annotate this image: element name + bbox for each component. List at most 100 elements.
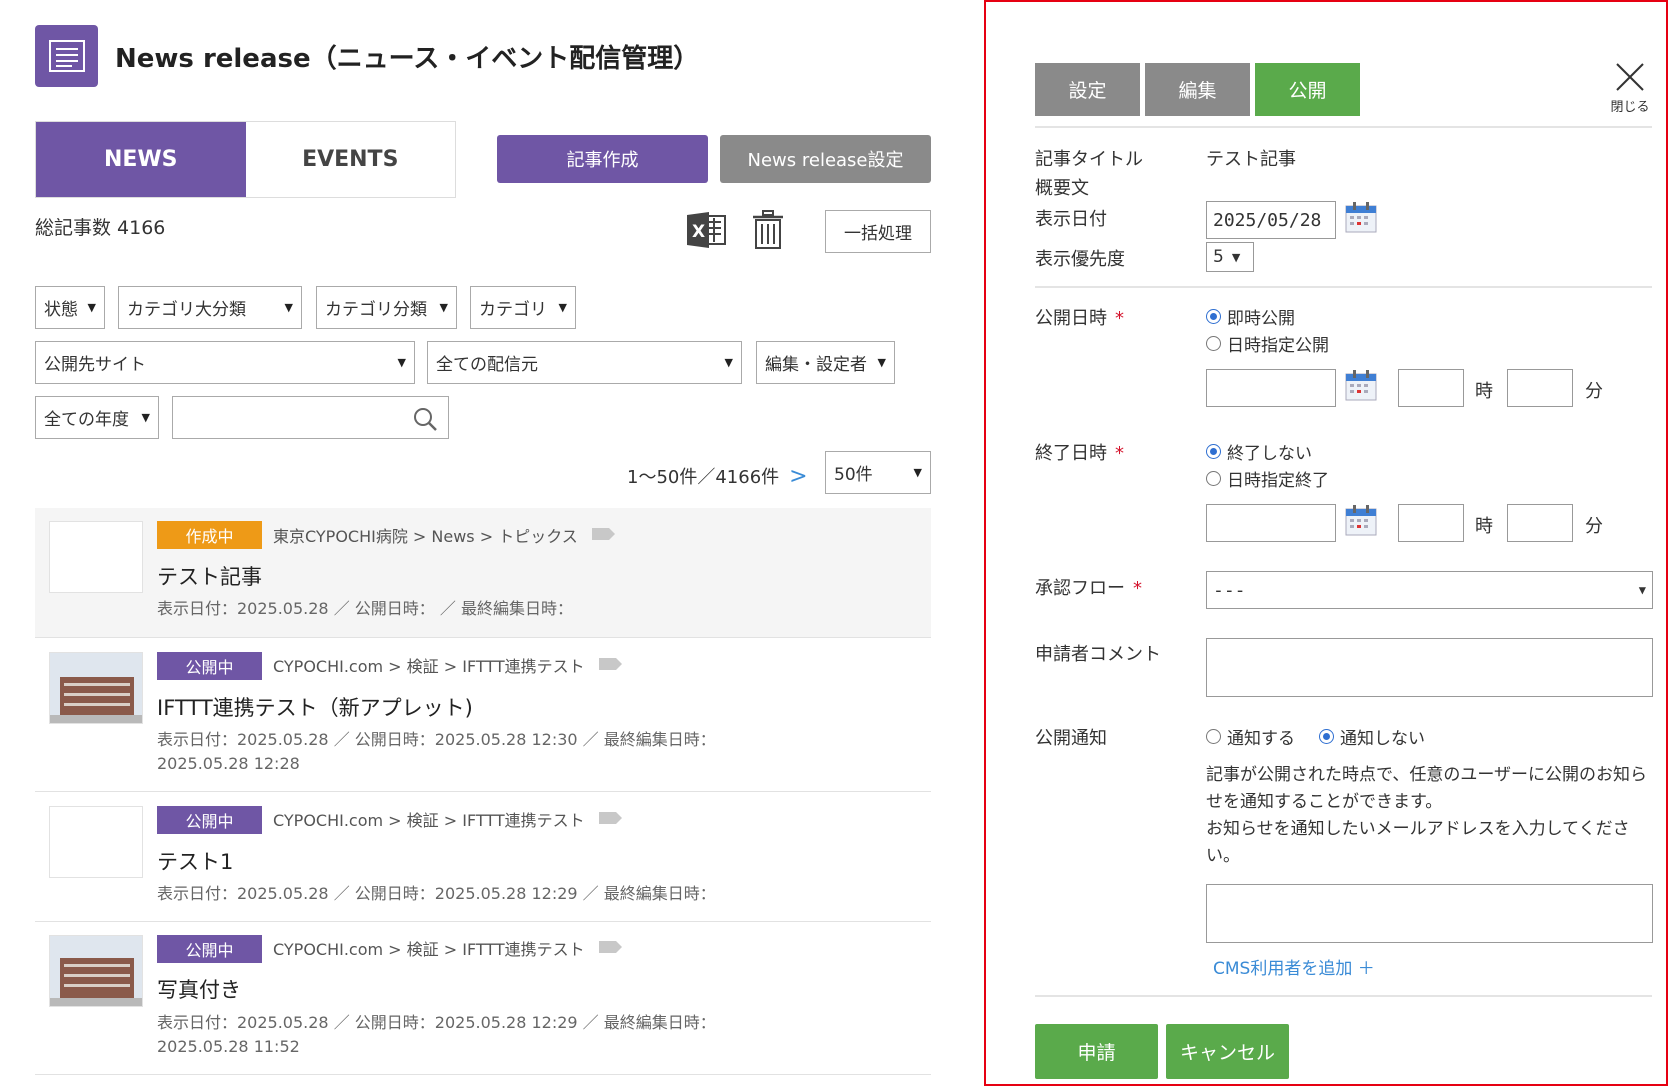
category-filter[interactable]: カテゴリ ▼ xyxy=(470,286,576,329)
add-cms-user-link[interactable]: CMS利用者を追加 ＋ xyxy=(1213,954,1375,979)
source-filter[interactable]: 全ての配信元 ▼ xyxy=(427,341,742,384)
calendar-icon[interactable] xyxy=(1345,201,1377,237)
bulk-action-button[interactable]: 一括処理 xyxy=(825,210,931,253)
create-article-button[interactable]: 記事作成 xyxy=(497,135,708,183)
search-icon[interactable] xyxy=(412,406,438,436)
hour-unit: 時 xyxy=(1475,381,1493,402)
approval-flow-value: --- xyxy=(1213,579,1246,601)
content-tabs: NEWS EVENTS xyxy=(35,121,456,198)
page-header: News release（ニュース・イベント配信管理） xyxy=(35,25,699,87)
calendar-icon[interactable] xyxy=(1345,369,1377,405)
news-release-settings-button[interactable]: News release設定 xyxy=(720,135,931,183)
article-title[interactable]: 写真付き xyxy=(157,974,241,1004)
calendar-icon[interactable] xyxy=(1345,504,1377,540)
notify-description-line1: 記事が公開された時点で、任意のユーザーに公開のお知らせを通知することができます。 xyxy=(1206,765,1647,812)
publish-minute-input[interactable] xyxy=(1507,369,1573,407)
article-breadcrumb: CYPOCHI.com > 検証 > IFTTT連携テスト xyxy=(273,807,623,831)
radio-unselected-icon xyxy=(1206,729,1221,744)
category-major-filter-label: カテゴリ大分類 xyxy=(127,300,246,320)
approval-flow-text: 承認フロー xyxy=(1035,578,1125,599)
breadcrumb-text: 東京CYPOCHI病院 > News > トピックス xyxy=(273,527,578,546)
article-breadcrumb: 東京CYPOCHI病院 > News > トピックス xyxy=(273,523,616,547)
source-filter-label: 全ての配信元 xyxy=(436,355,538,375)
list-item[interactable]: 公開中 CYPOCHI.com > 検証 > IFTTT連携テスト 写真付き 表… xyxy=(35,922,931,1075)
chevron-down-icon: ▼ xyxy=(724,356,733,369)
close-button[interactable]: 閉じる xyxy=(1608,62,1652,115)
end-datetime-text: 終了日時 xyxy=(1035,443,1107,464)
divider xyxy=(1035,126,1652,128)
tab-edit[interactable]: 編集 xyxy=(1145,63,1250,116)
tab-publish[interactable]: 公開 xyxy=(1255,63,1360,116)
priority-select[interactable]: 5 ▼ xyxy=(1206,242,1254,272)
tab-news[interactable]: NEWS xyxy=(36,122,246,197)
required-mark: * xyxy=(1133,578,1142,599)
publish-scheduled-radio[interactable]: 日時指定公開 xyxy=(1206,331,1329,356)
notify-email-textarea[interactable] xyxy=(1206,884,1653,943)
document-list-icon xyxy=(35,25,98,87)
article-title[interactable]: テスト記事 xyxy=(157,561,262,591)
site-filter[interactable]: 公開先サイト ▼ xyxy=(35,341,415,384)
year-filter-label: 全ての年度 xyxy=(44,410,129,430)
total-article-count: 総記事数 4166 xyxy=(35,217,166,239)
end-hour-input[interactable] xyxy=(1398,504,1464,542)
radio-unselected-icon xyxy=(1206,336,1221,351)
notify-yes-radio[interactable]: 通知する xyxy=(1206,724,1295,749)
publish-date-input[interactable] xyxy=(1206,369,1336,407)
year-filter[interactable]: 全ての年度 ▼ xyxy=(35,396,159,439)
end-never-radio[interactable]: 終了しない xyxy=(1206,439,1312,464)
publish-datetime-label: 公開日時 * xyxy=(1035,304,1124,330)
notify-yes-label: 通知する xyxy=(1227,729,1295,749)
chevron-down-icon: ▼ xyxy=(913,466,922,479)
article-breadcrumb: CYPOCHI.com > 検証 > IFTTT連携テスト xyxy=(273,653,623,677)
tag-icon[interactable] xyxy=(598,656,623,675)
minute-unit: 分 xyxy=(1585,516,1603,537)
list-item[interactable]: 公開中 CYPOCHI.com > 検証 > IFTTT連携テスト IFTTT連… xyxy=(35,638,931,792)
tab-settings[interactable]: 設定 xyxy=(1035,63,1140,116)
apply-button[interactable]: 申請 xyxy=(1035,1024,1158,1079)
approval-flow-label: 承認フロー * xyxy=(1035,574,1142,600)
tag-icon[interactable] xyxy=(598,810,623,829)
publish-immediate-radio[interactable]: 即時公開 xyxy=(1206,304,1295,329)
status-filter-label: 状態 xyxy=(44,300,78,320)
end-minute-input[interactable] xyxy=(1507,504,1573,542)
tag-icon[interactable] xyxy=(598,939,623,958)
priority-label: 表示優先度 xyxy=(1035,249,1125,270)
end-never-label: 終了しない xyxy=(1227,444,1312,464)
category-sub-filter[interactable]: カテゴリ分類 ▼ xyxy=(316,286,457,329)
next-page-link[interactable]: > xyxy=(789,464,807,489)
notify-no-radio[interactable]: 通知しない xyxy=(1319,724,1425,749)
per-page-select[interactable]: 50件 ▼ xyxy=(825,451,931,494)
status-badge: 作成中 xyxy=(157,521,262,549)
applicant-comment-label: 申請者コメント xyxy=(1035,644,1161,665)
category-filter-label: カテゴリ xyxy=(479,300,547,320)
list-item[interactable]: 公開中 CYPOCHI.com > 検証 > IFTTT連携テスト テスト1 表… xyxy=(35,792,931,922)
radio-selected-icon xyxy=(1319,729,1334,744)
svg-text:X: X xyxy=(692,222,705,242)
divider xyxy=(1035,286,1652,288)
category-major-filter[interactable]: カテゴリ大分類 ▼ xyxy=(118,286,302,329)
list-item[interactable]: 作成中 東京CYPOCHI病院 > News > トピックス テスト記事 表示日… xyxy=(35,508,931,638)
applicant-comment-textarea[interactable] xyxy=(1206,638,1653,697)
publish-scheduled-label: 日時指定公開 xyxy=(1227,336,1329,356)
end-date-input[interactable] xyxy=(1206,504,1336,542)
article-title[interactable]: テスト1 xyxy=(157,846,233,876)
editor-filter[interactable]: 編集・設定者 ▼ xyxy=(756,341,895,384)
cancel-button[interactable]: キャンセル xyxy=(1166,1024,1289,1079)
end-scheduled-radio[interactable]: 日時指定終了 xyxy=(1206,466,1329,491)
editor-filter-label: 編集・設定者 xyxy=(765,355,867,375)
chevron-down-icon: ▼ xyxy=(439,301,448,314)
tab-events[interactable]: EVENTS xyxy=(245,122,455,197)
tag-icon[interactable] xyxy=(591,526,616,545)
display-date-input[interactable]: 2025/05/28 xyxy=(1206,201,1336,239)
status-filter[interactable]: 状態 ▼ xyxy=(35,286,105,329)
article-title[interactable]: IFTTT連携テスト（新アプレット) xyxy=(157,692,473,722)
publish-hour-input[interactable] xyxy=(1398,369,1464,407)
approval-flow-select[interactable]: --- ▼ xyxy=(1206,571,1653,609)
trash-icon[interactable] xyxy=(752,210,784,254)
article-list: 作成中 東京CYPOCHI病院 > News > トピックス テスト記事 表示日… xyxy=(35,508,931,1075)
search-input[interactable] xyxy=(172,396,449,439)
chevron-down-icon: ▼ xyxy=(1638,583,1646,597)
excel-icon[interactable]: X xyxy=(687,212,727,252)
notify-description-line2: お知らせを通知したいメールアドレスを入力してください。 xyxy=(1206,819,1630,866)
publish-datetime-text: 公開日時 xyxy=(1035,308,1107,329)
